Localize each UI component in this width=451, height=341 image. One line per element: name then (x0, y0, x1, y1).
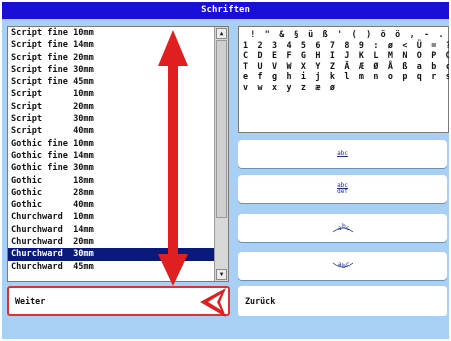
style-two-line-label-bottom: def (337, 188, 348, 195)
font-list-item[interactable]: Gothic 18mm (8, 175, 214, 187)
charset-line: v w x y z æ ø (243, 81, 338, 92)
next-button[interactable]: Weiter (7, 286, 230, 316)
scroll-thumb[interactable] (216, 40, 227, 218)
font-list-item-selected[interactable]: Churchward 30mm (8, 248, 214, 261)
font-list-item[interactable]: Gothic fine 14mm (8, 150, 214, 162)
font-list-item[interactable]: Churchward 14mm (8, 224, 214, 236)
style-two-line-button[interactable]: abc def (238, 175, 447, 203)
font-list-item[interactable]: Script 20mm (8, 101, 214, 113)
font-list-item[interactable]: Script 30mm (8, 113, 214, 125)
charset-line: 1 2 3 4 5 6 7 8 9 : ø < Ü = ? A B (243, 39, 449, 50)
arc-up-text-icon: a b c (332, 223, 353, 233)
font-list-item[interactable]: Script 40mm (8, 125, 214, 137)
font-list-item[interactable]: Churchward 45mm (8, 261, 214, 273)
font-list-item[interactable]: Script fine 10mm (8, 27, 214, 39)
font-list-item[interactable]: Gothic fine 30mm (8, 162, 214, 174)
font-list-item[interactable]: Script fine 30mm (8, 64, 214, 76)
window-title: Schriften (2, 2, 449, 19)
svg-text:c: c (346, 225, 349, 232)
font-list-item[interactable]: Script fine 14mm (8, 39, 214, 51)
charset-line: e f g h i j k l m n o p q r s t u (243, 71, 449, 82)
font-list-item[interactable]: Gothic fine 10mm (8, 138, 214, 150)
font-list-item[interactable]: Script fine 20mm (8, 52, 214, 64)
font-list-rows: Script fine 10mm Script fine 14mm Script… (8, 27, 214, 281)
font-list-item[interactable]: Script 10mm (8, 88, 214, 100)
arc-down-text-icon: a b c (332, 261, 353, 270)
charset-line: ! " & § ü ß ' ( ) ö ö , - . / 0 (250, 29, 446, 39)
style-straight-button[interactable]: abc (238, 140, 447, 168)
font-list-item[interactable]: Gothic 28mm (8, 187, 214, 199)
style-straight-label: abc (337, 150, 348, 157)
character-preview: ! " & § ü ß ' ( ) ö ö , - . / 0 1 2 3 4 … (238, 26, 449, 133)
scroll-up-icon[interactable]: ▲ (216, 28, 227, 39)
font-list-item[interactable]: Churchward 10mm (8, 211, 214, 223)
svg-text:c: c (346, 261, 349, 268)
charset-line: C D E F G H I J K L M N O P Q R S (243, 50, 449, 61)
scroll-down-icon[interactable]: ▼ (216, 269, 227, 280)
font-list-item[interactable]: Gothic 40mm (8, 199, 214, 211)
style-arc-up-button[interactable]: a b c (238, 214, 447, 242)
font-list[interactable]: Script fine 10mm Script fine 14mm Script… (7, 26, 229, 282)
charset-line: T U V W X Y Z Ä Æ Ø Å ß a b c d (243, 60, 449, 71)
font-list-item[interactable]: Script fine 45mm (8, 76, 214, 88)
style-arc-down-button[interactable]: a b c (238, 252, 447, 280)
font-list-scrollbar[interactable]: ▲ ▼ (214, 27, 228, 281)
fonts-window: Schriften Script fine 10mm Script fine 1… (2, 2, 449, 339)
back-button[interactable]: Zurück (238, 286, 447, 316)
font-list-item[interactable]: Churchward 20mm (8, 236, 214, 248)
